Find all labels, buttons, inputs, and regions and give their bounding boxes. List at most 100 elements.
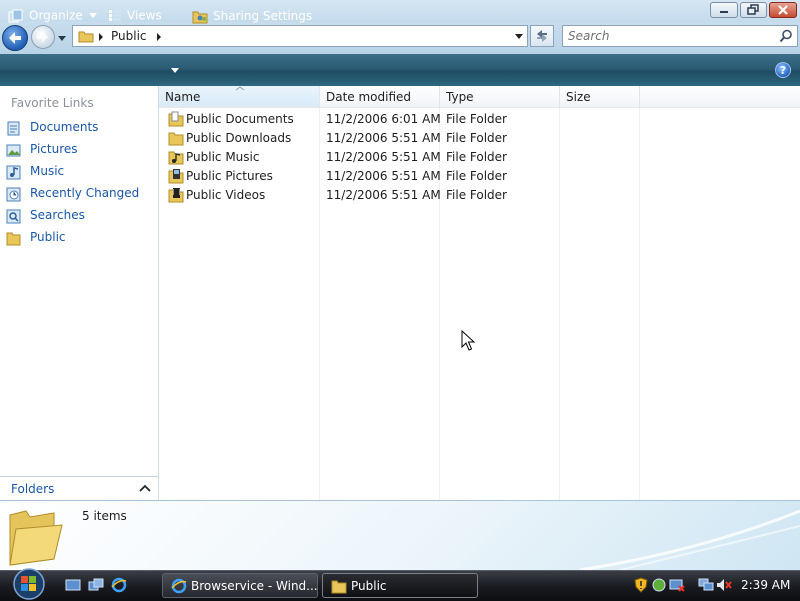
- column-label: Date modified: [326, 90, 412, 104]
- file-type: File Folder: [446, 169, 507, 183]
- switch-windows-icon[interactable]: [88, 577, 104, 593]
- column-header-date-modified[interactable]: Date modified: [320, 86, 440, 108]
- restore-button[interactable]: [740, 2, 767, 18]
- column-label: Size: [566, 90, 591, 104]
- minimize-button[interactable]: [710, 2, 738, 18]
- show-desktop-icon[interactable]: [65, 577, 81, 593]
- file-row[interactable]: Public Videos 11/2/2006 5:51 AM File Fol…: [159, 186, 640, 205]
- security-shield-icon[interactable]: [634, 577, 648, 593]
- forward-button[interactable]: [31, 25, 55, 49]
- pictures-icon: [6, 144, 21, 157]
- file-date: 11/2/2006 5:51 AM: [326, 131, 441, 145]
- column-header-type[interactable]: Type: [440, 86, 560, 108]
- refresh-button[interactable]: [530, 25, 554, 47]
- documents-folder-icon: [168, 111, 184, 127]
- recently-changed-icon: [6, 187, 21, 202]
- views-button[interactable]: Views: [108, 8, 162, 24]
- views-dropdown-icon[interactable]: [170, 67, 180, 75]
- back-button[interactable]: [2, 25, 28, 51]
- forward-arrow-icon: [37, 31, 48, 43]
- start-button[interactable]: [8, 567, 50, 601]
- favorite-link-documents[interactable]: Documents: [6, 119, 154, 137]
- close-button[interactable]: [769, 2, 797, 18]
- breadcrumb-public[interactable]: Public: [111, 29, 147, 43]
- item-count: 5 items: [82, 509, 127, 523]
- close-icon: [778, 5, 788, 15]
- favorite-link-label: Pictures: [30, 142, 78, 156]
- address-dropdown-icon[interactable]: [514, 33, 524, 41]
- file-name: Public Pictures: [186, 169, 273, 183]
- navigation-pane: Favorite Links Documents Pictures Music …: [0, 86, 159, 500]
- folder-icon: [9, 510, 63, 566]
- column-header-name[interactable]: Name: [159, 86, 320, 108]
- videos-folder-icon: [168, 188, 184, 203]
- favorite-link-pictures[interactable]: Pictures: [6, 141, 154, 159]
- column-header-filler: [640, 86, 800, 108]
- network-status-icon[interactable]: [669, 577, 685, 593]
- refresh-icon: [537, 30, 547, 42]
- favorite-link-recently-changed[interactable]: Recently Changed: [6, 185, 154, 203]
- file-list: Name Date modified Type Size Public Docu…: [159, 86, 800, 500]
- favorite-link-searches[interactable]: Searches: [6, 207, 154, 225]
- folder-icon: [78, 31, 94, 43]
- file-type: File Folder: [446, 188, 507, 202]
- address-bar[interactable]: Public: [72, 25, 528, 47]
- system-clock[interactable]: 2:39 AM: [741, 578, 790, 592]
- file-name: Public Videos: [186, 188, 266, 202]
- file-row[interactable]: Public Downloads 11/2/2006 5:51 AM File …: [159, 129, 640, 148]
- accessibility-icon[interactable]: [652, 577, 666, 593]
- sharing-settings-button[interactable]: Sharing Settings: [192, 8, 312, 24]
- restore-icon: [747, 4, 759, 15]
- column-label: Type: [446, 90, 474, 104]
- folders-toggle[interactable]: Folders: [0, 476, 158, 501]
- music-folder-icon: [168, 151, 184, 165]
- network-icon[interactable]: [698, 577, 714, 593]
- file-row[interactable]: Public Documents 11/2/2006 6:01 AM File …: [159, 110, 640, 129]
- help-button[interactable]: ?: [775, 62, 791, 78]
- folders-label: Folders: [11, 482, 55, 496]
- file-row[interactable]: Public Music 11/2/2006 5:51 AM File Fold…: [159, 148, 640, 167]
- search-icon[interactable]: [779, 29, 793, 43]
- taskbar-item-label: Public: [351, 579, 387, 593]
- views-icon: [109, 9, 121, 21]
- organize-label: Organize: [29, 8, 83, 23]
- favorite-link-label: Music: [30, 164, 65, 178]
- ie-icon: [171, 578, 187, 594]
- command-bar: [0, 54, 800, 86]
- file-date: 11/2/2006 5:51 AM: [326, 169, 441, 183]
- sharing-settings-icon: [192, 11, 208, 24]
- chevron-up-icon: [139, 484, 151, 492]
- taskbar-item-browservice[interactable]: Browservice - Wind...: [162, 573, 318, 598]
- back-arrow-icon: [9, 32, 21, 44]
- music-icon: [6, 165, 21, 180]
- minimize-icon: [720, 11, 728, 13]
- organize-button[interactable]: Organize: [8, 8, 97, 24]
- file-type: File Folder: [446, 150, 507, 164]
- breadcrumb-arrow-icon[interactable]: [97, 32, 105, 42]
- volume-muted-icon[interactable]: [716, 577, 732, 593]
- column-header-size[interactable]: Size: [560, 86, 640, 108]
- file-row[interactable]: Public Pictures 11/2/2006 5:51 AM File F…: [159, 167, 640, 186]
- search-placeholder: Search: [568, 29, 610, 43]
- favorite-links-title: Favorite Links: [11, 96, 94, 110]
- favorite-link-public[interactable]: Public: [6, 229, 154, 247]
- pictures-folder-icon: [168, 169, 184, 184]
- column-label: Name: [165, 90, 201, 104]
- taskbar-item-public[interactable]: Public: [322, 573, 478, 598]
- details-pane: 5 items: [0, 500, 800, 571]
- favorite-link-label: Searches: [30, 208, 85, 222]
- breadcrumb-arrow-icon[interactable]: [155, 32, 163, 42]
- folder-icon: [6, 232, 21, 246]
- folder-icon: [331, 580, 347, 594]
- details-pane-decoration: [579, 509, 800, 570]
- file-name: Public Documents: [186, 112, 294, 126]
- file-name: Public Downloads: [186, 131, 292, 145]
- file-name: Public Music: [186, 150, 260, 164]
- internet-explorer-icon[interactable]: [111, 577, 127, 593]
- search-field[interactable]: Search: [562, 25, 798, 47]
- file-type: File Folder: [446, 131, 507, 145]
- favorite-link-music[interactable]: Music: [6, 163, 154, 181]
- favorite-link-label: Public: [30, 230, 66, 244]
- taskbar-item-label: Browservice - Wind...: [191, 579, 318, 593]
- recent-pages-chevron-icon[interactable]: [57, 33, 67, 43]
